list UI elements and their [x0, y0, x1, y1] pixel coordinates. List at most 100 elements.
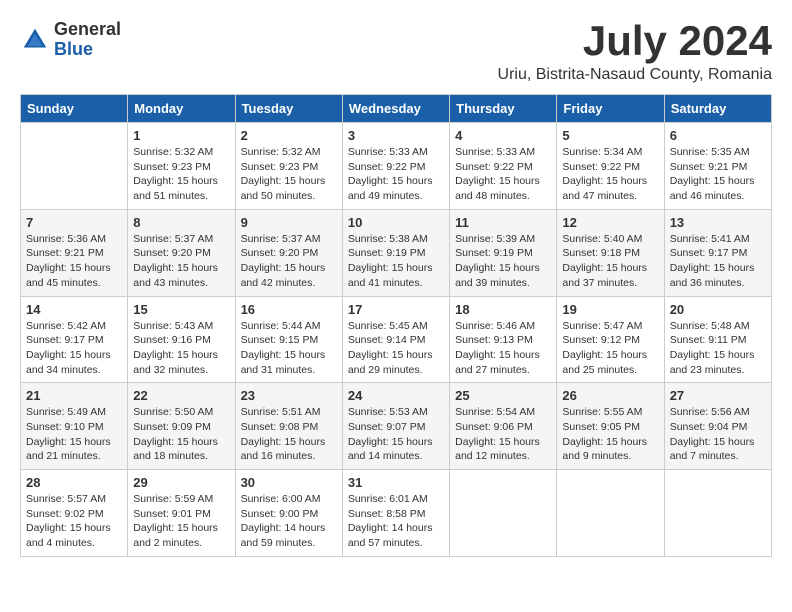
day-info: Sunrise: 5:37 AM Sunset: 9:20 PM Dayligh…	[133, 232, 229, 291]
day-number: 16	[241, 302, 337, 317]
day-info: Sunrise: 5:55 AM Sunset: 9:05 PM Dayligh…	[562, 405, 658, 464]
calendar-table: SundayMondayTuesdayWednesdayThursdayFrid…	[20, 94, 772, 557]
day-info: Sunrise: 5:40 AM Sunset: 9:18 PM Dayligh…	[562, 232, 658, 291]
day-info: Sunrise: 5:47 AM Sunset: 9:12 PM Dayligh…	[562, 319, 658, 378]
calendar-week-row: 21 Sunrise: 5:49 AM Sunset: 9:10 PM Dayli…	[21, 383, 772, 470]
day-info: Sunrise: 5:32 AM Sunset: 9:23 PM Dayligh…	[133, 145, 229, 204]
day-info: Sunrise: 5:45 AM Sunset: 9:14 PM Dayligh…	[348, 319, 444, 378]
header-day: Monday	[128, 95, 235, 123]
day-number: 11	[455, 215, 551, 230]
day-info: Sunrise: 5:41 AM Sunset: 9:17 PM Dayligh…	[670, 232, 766, 291]
calendar-cell: 14 Sunrise: 5:42 AM Sunset: 9:17 PM Dayli…	[21, 296, 128, 383]
day-info: Sunrise: 5:42 AM Sunset: 9:17 PM Dayligh…	[26, 319, 122, 378]
calendar-cell: 29 Sunrise: 5:59 AM Sunset: 9:01 PM Dayli…	[128, 470, 235, 557]
location-title: Uriu, Bistrita-Nasaud County, Romania	[498, 66, 772, 84]
logo: General Blue	[20, 20, 121, 60]
calendar-cell: 17 Sunrise: 5:45 AM Sunset: 9:14 PM Dayli…	[342, 296, 449, 383]
month-title: July 2024	[498, 20, 772, 62]
calendar-cell: 4 Sunrise: 5:33 AM Sunset: 9:22 PM Daylig…	[450, 123, 557, 210]
header-day: Tuesday	[235, 95, 342, 123]
day-number: 19	[562, 302, 658, 317]
calendar-cell: 25 Sunrise: 5:54 AM Sunset: 9:06 PM Dayli…	[450, 383, 557, 470]
day-number: 4	[455, 128, 551, 143]
calendar-cell: 3 Sunrise: 5:33 AM Sunset: 9:22 PM Daylig…	[342, 123, 449, 210]
day-number: 8	[133, 215, 229, 230]
calendar-body: 1 Sunrise: 5:32 AM Sunset: 9:23 PM Daylig…	[21, 123, 772, 557]
calendar-cell: 8 Sunrise: 5:37 AM Sunset: 9:20 PM Daylig…	[128, 209, 235, 296]
day-info: Sunrise: 5:32 AM Sunset: 9:23 PM Dayligh…	[241, 145, 337, 204]
day-number: 25	[455, 388, 551, 403]
day-number: 23	[241, 388, 337, 403]
day-info: Sunrise: 5:38 AM Sunset: 9:19 PM Dayligh…	[348, 232, 444, 291]
calendar-cell: 18Sunrise: 5:46 AM Sunset: 9:13 PM Dayli…	[450, 296, 557, 383]
calendar-cell: 15Sunrise: 5:43 AM Sunset: 9:16 PM Dayli…	[128, 296, 235, 383]
calendar-cell: 1 Sunrise: 5:32 AM Sunset: 9:23 PM Daylig…	[128, 123, 235, 210]
day-number: 6	[670, 128, 766, 143]
header-day: Wednesday	[342, 95, 449, 123]
day-info: Sunrise: 5:33 AM Sunset: 9:22 PM Dayligh…	[348, 145, 444, 204]
calendar-cell: 13Sunrise: 5:41 AM Sunset: 9:17 PM Dayli…	[664, 209, 771, 296]
day-info: Sunrise: 5:59 AM Sunset: 9:01 PM Dayligh…	[133, 492, 229, 551]
calendar-cell: 2 Sunrise: 5:32 AM Sunset: 9:23 PM Daylig…	[235, 123, 342, 210]
calendar-cell: 27Sunrise: 5:56 AM Sunset: 9:04 PM Dayli…	[664, 383, 771, 470]
day-info: Sunrise: 5:48 AM Sunset: 9:11 PM Dayligh…	[670, 319, 766, 378]
day-number: 9	[241, 215, 337, 230]
calendar-cell: 6Sunrise: 5:35 AM Sunset: 9:21 PM Daylig…	[664, 123, 771, 210]
header-day: Thursday	[450, 95, 557, 123]
header-row: SundayMondayTuesdayWednesdayThursdayFrid…	[21, 95, 772, 123]
calendar-cell: 12 Sunrise: 5:40 AM Sunset: 9:18 PM Dayli…	[557, 209, 664, 296]
header-day: Saturday	[664, 95, 771, 123]
day-info: Sunrise: 5:37 AM Sunset: 9:20 PM Dayligh…	[241, 232, 337, 291]
day-info: Sunrise: 6:00 AM Sunset: 9:00 PM Dayligh…	[241, 492, 337, 551]
calendar-cell: 16 Sunrise: 5:44 AM Sunset: 9:15 PM Dayli…	[235, 296, 342, 383]
day-number: 12	[562, 215, 658, 230]
calendar-week-row: 14 Sunrise: 5:42 AM Sunset: 9:17 PM Dayli…	[21, 296, 772, 383]
calendar-cell: 23 Sunrise: 5:51 AM Sunset: 9:08 PM Dayli…	[235, 383, 342, 470]
day-info: Sunrise: 5:34 AM Sunset: 9:22 PM Dayligh…	[562, 145, 658, 204]
day-number: 29	[133, 475, 229, 490]
calendar-cell: 22 Sunrise: 5:50 AM Sunset: 9:09 PM Dayli…	[128, 383, 235, 470]
day-number: 14	[26, 302, 122, 317]
day-info: Sunrise: 5:50 AM Sunset: 9:09 PM Dayligh…	[133, 405, 229, 464]
calendar-cell: 11 Sunrise: 5:39 AM Sunset: 9:19 PM Dayli…	[450, 209, 557, 296]
day-info: Sunrise: 5:51 AM Sunset: 9:08 PM Dayligh…	[241, 405, 337, 464]
day-number: 10	[348, 215, 444, 230]
day-number: 24	[348, 388, 444, 403]
day-number: 17	[348, 302, 444, 317]
calendar-cell: 30 Sunrise: 6:00 AM Sunset: 9:00 PM Dayli…	[235, 470, 342, 557]
day-number: 21	[26, 388, 122, 403]
day-number: 26	[562, 388, 658, 403]
day-info: Sunrise: 6:01 AM Sunset: 8:58 PM Dayligh…	[348, 492, 444, 551]
logo-general: General	[54, 20, 121, 40]
day-number: 2	[241, 128, 337, 143]
header-day: Friday	[557, 95, 664, 123]
calendar-cell: 5 Sunrise: 5:34 AM Sunset: 9:22 PM Daylig…	[557, 123, 664, 210]
calendar-cell: 9 Sunrise: 5:37 AM Sunset: 9:20 PM Daylig…	[235, 209, 342, 296]
calendar-cell	[664, 470, 771, 557]
day-info: Sunrise: 5:44 AM Sunset: 9:15 PM Dayligh…	[241, 319, 337, 378]
calendar-cell: 21 Sunrise: 5:49 AM Sunset: 9:10 PM Dayli…	[21, 383, 128, 470]
day-info: Sunrise: 5:33 AM Sunset: 9:22 PM Dayligh…	[455, 145, 551, 204]
day-number: 15	[133, 302, 229, 317]
title-block: July 2024 Uriu, Bistrita-Nasaud County, …	[498, 20, 772, 84]
day-info: Sunrise: 5:36 AM Sunset: 9:21 PM Dayligh…	[26, 232, 122, 291]
day-number: 22	[133, 388, 229, 403]
calendar-cell: 10 Sunrise: 5:38 AM Sunset: 9:19 PM Dayli…	[342, 209, 449, 296]
day-info: Sunrise: 5:39 AM Sunset: 9:19 PM Dayligh…	[455, 232, 551, 291]
day-number: 28	[26, 475, 122, 490]
calendar-header: SundayMondayTuesdayWednesdayThursdayFrid…	[21, 95, 772, 123]
day-number: 3	[348, 128, 444, 143]
day-number: 27	[670, 388, 766, 403]
calendar-week-row: 28 Sunrise: 5:57 AM Sunset: 9:02 PM Dayli…	[21, 470, 772, 557]
day-number: 30	[241, 475, 337, 490]
calendar-cell	[450, 470, 557, 557]
day-number: 1	[133, 128, 229, 143]
day-info: Sunrise: 5:49 AM Sunset: 9:10 PM Dayligh…	[26, 405, 122, 464]
day-info: Sunrise: 5:57 AM Sunset: 9:02 PM Dayligh…	[26, 492, 122, 551]
calendar-cell: 19 Sunrise: 5:47 AM Sunset: 9:12 PM Dayli…	[557, 296, 664, 383]
day-number: 20	[670, 302, 766, 317]
logo-icon	[20, 25, 50, 55]
day-number: 31	[348, 475, 444, 490]
day-number: 5	[562, 128, 658, 143]
day-info: Sunrise: 5:54 AM Sunset: 9:06 PM Dayligh…	[455, 405, 551, 464]
